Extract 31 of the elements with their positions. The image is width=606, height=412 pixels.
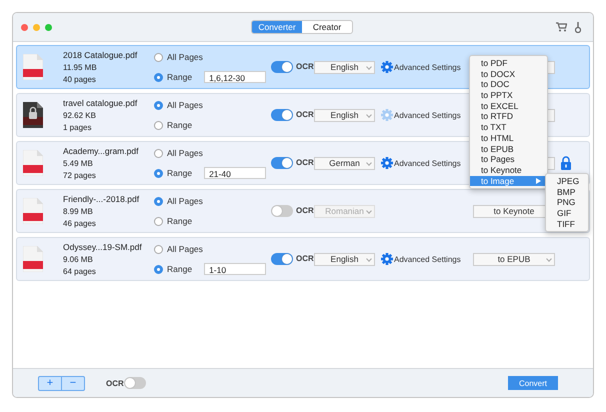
ocr-label: OCR bbox=[296, 253, 313, 265]
radio-label: Range bbox=[167, 120, 192, 130]
file-name: Friendly-...-2018.pdf bbox=[63, 194, 140, 204]
file-size: 9.06 MB bbox=[63, 255, 94, 264]
radio-label: All Pages bbox=[167, 148, 203, 158]
radio-label: All Pages bbox=[167, 196, 203, 206]
file-name: 2018 Catalogue.pdf bbox=[63, 50, 138, 60]
page-count: 72 pages bbox=[63, 171, 97, 180]
page-count: 1 pages bbox=[63, 123, 92, 132]
radio-label: Range bbox=[167, 216, 192, 226]
file-size: 92.62 KB bbox=[63, 111, 97, 120]
file-size: 11.95 MB bbox=[63, 63, 98, 72]
file-size: 8.99 MB bbox=[63, 207, 94, 216]
page-count: 40 pages bbox=[63, 75, 97, 84]
radio-label: Range bbox=[167, 264, 192, 274]
file-size: 5.49 MB bbox=[63, 159, 94, 168]
ocr-label: OCR bbox=[296, 157, 313, 169]
ocr-label: OCR bbox=[296, 61, 313, 73]
ocr-label: OCR bbox=[106, 378, 124, 388]
ocr-label: OCR bbox=[296, 205, 313, 217]
radio-label: All Pages bbox=[167, 100, 203, 110]
file-name: Odyssey...19-SM.pdf bbox=[63, 242, 143, 252]
ocr-label: OCR bbox=[296, 109, 313, 121]
page-count: 46 pages bbox=[63, 219, 97, 228]
radio-label: All Pages bbox=[167, 244, 203, 254]
file-name: Academy...gram.pdf bbox=[63, 146, 140, 156]
radio-label: Range bbox=[167, 72, 192, 82]
page-count: 64 pages bbox=[63, 267, 97, 276]
file-name: travel catalogue.pdf bbox=[63, 98, 138, 108]
radio-label: All Pages bbox=[167, 52, 203, 62]
radio-label: Range bbox=[167, 168, 192, 178]
